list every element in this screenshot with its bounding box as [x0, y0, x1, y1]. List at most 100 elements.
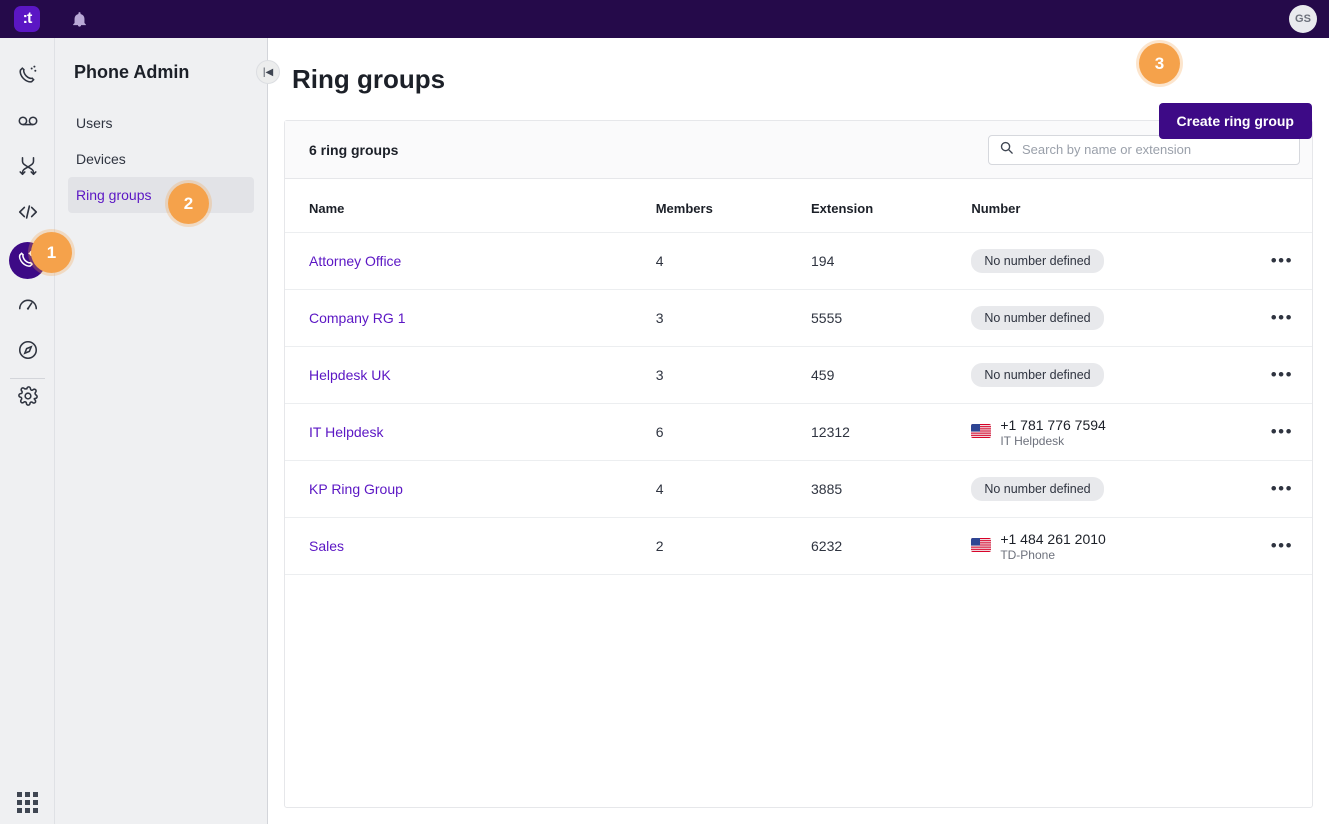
- sidebar-nav: Users Devices Ring groups: [55, 105, 267, 213]
- brand-logo-text: :t: [23, 11, 32, 27]
- ring-group-link[interactable]: Sales: [309, 538, 344, 554]
- table-row: KP Ring Group 43885No number defined •••: [285, 461, 1312, 518]
- us-flag-icon: [971, 424, 991, 441]
- column-header-actions: [1252, 179, 1312, 233]
- sidebar-item-ring-groups[interactable]: Ring groups: [68, 177, 254, 213]
- row-number: +1 484 261 2010: [1000, 531, 1106, 547]
- cell-members: 3: [656, 290, 811, 347]
- row-menu-button[interactable]: •••: [1252, 308, 1312, 328]
- cell-extension: 6232: [811, 518, 971, 575]
- cell-number: No number defined: [971, 347, 1252, 404]
- developer-code-icon: [17, 201, 39, 228]
- search-icon: [999, 140, 1014, 160]
- collapse-panel-icon[interactable]: |◀: [256, 60, 280, 84]
- sidebar-item-label: Ring groups: [76, 187, 152, 203]
- row-number-label: IT Helpdesk: [1000, 434, 1106, 448]
- ring-group-link[interactable]: Helpdesk UK: [309, 367, 391, 383]
- step-badge-3: 3: [1139, 43, 1180, 84]
- column-header-name: Name: [285, 179, 656, 233]
- cell-number: No number defined: [971, 461, 1252, 518]
- table-body: Attorney Office4194No number defined•••C…: [285, 233, 1312, 575]
- analytics-gauge-icon: [17, 293, 39, 320]
- rail-item-analytics[interactable]: [0, 286, 55, 326]
- cell-members: 6: [656, 404, 811, 461]
- row-number: +1 781 776 7594: [1000, 417, 1106, 433]
- table-row: Helpdesk UK 3459No number defined •••: [285, 347, 1312, 404]
- column-header-extension: Extension: [811, 179, 971, 233]
- no-number-badge: No number defined: [971, 477, 1103, 501]
- cell-name: Sales: [285, 518, 656, 575]
- no-number-badge: No number defined: [971, 363, 1103, 387]
- panel-header: 6 ring groups: [285, 121, 1312, 179]
- top-bar: :t GS: [0, 0, 1329, 38]
- cell-number: +1 781 776 7594IT Helpdesk: [971, 404, 1252, 461]
- avatar-initials: GS: [1295, 13, 1311, 25]
- ring-groups-panel: 6 ring groups Name Members Extension Num…: [284, 120, 1313, 808]
- cell-actions: •••: [1252, 347, 1312, 404]
- cell-name: IT Helpdesk: [285, 404, 656, 461]
- cell-extension: 12312: [811, 404, 971, 461]
- notification-bell-icon[interactable]: [68, 8, 90, 30]
- call-activity-icon: [17, 63, 39, 90]
- cell-number: No number defined: [971, 233, 1252, 290]
- cell-extension: 3885: [811, 461, 971, 518]
- call-flow-icon: [17, 155, 39, 182]
- rail-item-explore[interactable]: [0, 332, 55, 372]
- sidebar-item-label: Users: [76, 115, 113, 131]
- cell-number: +1 484 261 2010TD-Phone: [971, 518, 1252, 575]
- cell-name: Attorney Office: [285, 233, 656, 290]
- page-title: Ring groups: [292, 64, 445, 95]
- step-badge-2: 2: [168, 183, 209, 224]
- cell-actions: •••: [1252, 404, 1312, 461]
- phone-admin-sidebar: Phone Admin Users Devices Ring groups: [55, 38, 268, 824]
- rail-item-developer[interactable]: [0, 194, 55, 234]
- row-number-label: TD-Phone: [1000, 548, 1106, 562]
- column-header-members: Members: [656, 179, 811, 233]
- main-content: Ring groups Create ring group 6 ring gro…: [268, 38, 1329, 824]
- ring-group-link[interactable]: KP Ring Group: [309, 481, 403, 497]
- rail-item-call-activity[interactable]: [0, 56, 55, 96]
- cell-members: 4: [656, 461, 811, 518]
- search-box[interactable]: [988, 135, 1300, 165]
- row-menu-button[interactable]: •••: [1252, 251, 1312, 271]
- cell-members: 4: [656, 233, 811, 290]
- explore-compass-icon: [17, 339, 39, 366]
- cell-extension: 5555: [811, 290, 971, 347]
- ring-group-link[interactable]: IT Helpdesk: [309, 424, 383, 440]
- row-menu-button[interactable]: •••: [1252, 365, 1312, 385]
- cell-name: KP Ring Group: [285, 461, 656, 518]
- brand-logo-icon[interactable]: :t: [14, 6, 40, 32]
- sidebar-item-users[interactable]: Users: [68, 105, 254, 141]
- sidebar-item-devices[interactable]: Devices: [68, 141, 254, 177]
- collapse-glyph: |◀: [263, 67, 273, 78]
- table-row: Attorney Office4194No number defined•••: [285, 233, 1312, 290]
- ring-groups-table: Name Members Extension Number Attorney O…: [285, 179, 1312, 575]
- voicemail-icon: [17, 109, 39, 136]
- rail-item-call-flow[interactable]: [0, 148, 55, 188]
- create-ring-group-button[interactable]: Create ring group: [1159, 103, 1312, 139]
- app-grid-button[interactable]: [0, 780, 55, 824]
- settings-gear-icon: [17, 385, 39, 412]
- rail-item-settings[interactable]: [0, 378, 55, 418]
- cell-extension: 459: [811, 347, 971, 404]
- cell-actions: •••: [1252, 290, 1312, 347]
- search-input[interactable]: [1022, 142, 1289, 157]
- rail-item-voicemail[interactable]: [0, 102, 55, 142]
- no-number-badge: No number defined: [971, 249, 1103, 273]
- rail-divider: [10, 378, 45, 379]
- cell-members: 3: [656, 347, 811, 404]
- us-flag-icon: [971, 538, 991, 555]
- cell-actions: •••: [1252, 461, 1312, 518]
- table-row: Sales26232+1 484 261 2010TD-Phone•••: [285, 518, 1312, 575]
- row-menu-button[interactable]: •••: [1252, 422, 1312, 442]
- row-menu-button[interactable]: •••: [1252, 536, 1312, 556]
- step-badge-1: 1: [31, 232, 72, 273]
- table-row: IT Helpdesk612312+1 781 776 7594IT Helpd…: [285, 404, 1312, 461]
- icon-rail: [0, 38, 55, 824]
- ring-group-link[interactable]: Attorney Office: [309, 253, 401, 269]
- avatar[interactable]: GS: [1289, 5, 1317, 33]
- ring-group-link[interactable]: Company RG 1: [309, 310, 405, 326]
- cell-members: 2: [656, 518, 811, 575]
- table-row: Company RG 135555No number defined•••: [285, 290, 1312, 347]
- row-menu-button[interactable]: •••: [1252, 479, 1312, 499]
